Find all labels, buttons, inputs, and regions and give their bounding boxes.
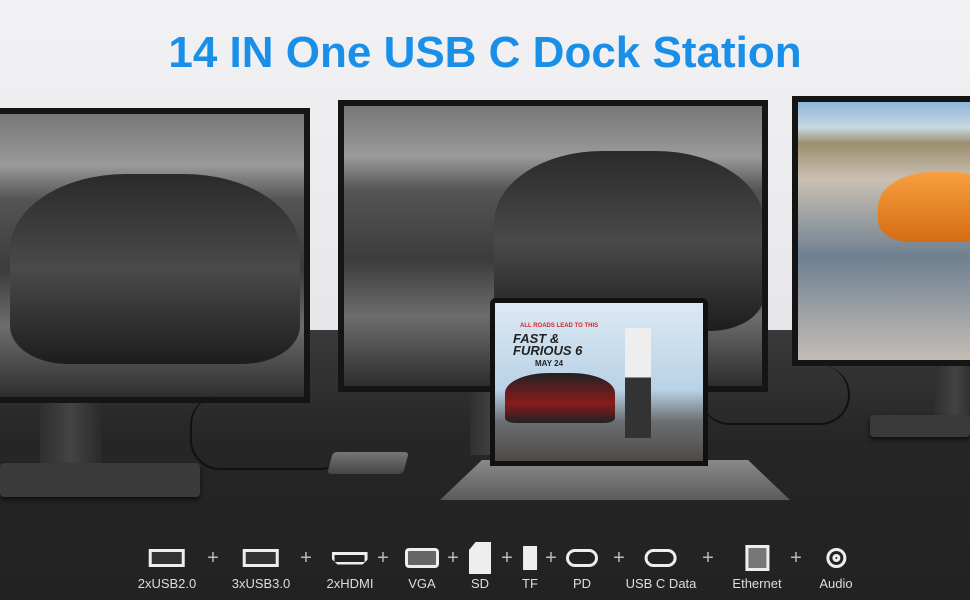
sd-card-icon	[469, 542, 491, 574]
port-label: PD	[572, 576, 592, 591]
usb-a-icon	[148, 549, 185, 567]
plus-separator: +	[377, 547, 389, 569]
left-monitor	[0, 108, 310, 403]
usb-c-icon	[566, 549, 598, 567]
port-label: SD	[470, 576, 490, 591]
port-ethernet: Ethernet	[732, 545, 782, 591]
poster-title: FAST & FURIOUS 6	[513, 331, 583, 358]
vga-icon	[405, 548, 439, 568]
poster-tagline: ALL ROADS LEAD TO THIS	[520, 323, 599, 329]
right-monitor	[792, 96, 970, 366]
poster-car	[505, 373, 615, 423]
plus-separator: +	[790, 547, 802, 569]
plus-separator: +	[207, 547, 219, 569]
port-label: Ethernet	[732, 576, 782, 591]
page-title: 14 IN One USB C Dock Station	[168, 28, 802, 77]
poster-figure	[625, 328, 651, 438]
ports-row: 2xUSB2.0 + 3xUSB3.0 + 2xHDMI + VGA + SD …	[0, 542, 970, 595]
left-monitor-base	[0, 463, 200, 497]
port-usb3: 3xUSB3.0	[231, 545, 291, 591]
ethernet-icon	[745, 545, 769, 571]
port-label: TF	[522, 576, 538, 591]
audio-jack-icon	[826, 548, 846, 568]
usb-c-icon	[645, 549, 677, 567]
usb-c-dock	[327, 452, 409, 474]
port-tf: TF	[522, 545, 538, 591]
poster-date: MAY 24	[535, 359, 564, 368]
port-label: VGA	[408, 576, 436, 591]
port-usb-c-data: USB C Data	[625, 545, 697, 591]
plus-separator: +	[447, 547, 459, 569]
laptop: ALL ROADS LEAD TO THIS FAST & FURIOUS 6 …	[490, 298, 708, 466]
port-label: USB C Data	[625, 576, 697, 591]
cable	[190, 395, 350, 470]
port-hdmi: 2xHDMI	[326, 545, 374, 591]
plus-separator: +	[702, 547, 714, 569]
hdmi-icon	[331, 551, 368, 565]
port-vga: VGA	[405, 545, 439, 591]
plus-separator: +	[300, 547, 312, 569]
laptop-base	[440, 460, 790, 500]
port-label: 2xHDMI	[326, 576, 374, 591]
plus-separator: +	[501, 547, 513, 569]
port-label: 3xUSB3.0	[231, 576, 291, 591]
port-audio: Audio	[819, 545, 853, 591]
right-monitor-base	[870, 415, 970, 437]
port-label: Audio	[819, 576, 853, 591]
tf-card-icon	[522, 546, 537, 570]
port-label: 2xUSB2.0	[137, 576, 197, 591]
cable	[700, 365, 850, 425]
port-sd: SD	[469, 542, 491, 591]
port-pd: PD	[566, 545, 598, 591]
usb-a-icon	[242, 549, 279, 567]
plus-separator: +	[613, 547, 625, 569]
plus-separator: +	[545, 547, 557, 569]
port-usb2: 2xUSB2.0	[137, 545, 197, 591]
